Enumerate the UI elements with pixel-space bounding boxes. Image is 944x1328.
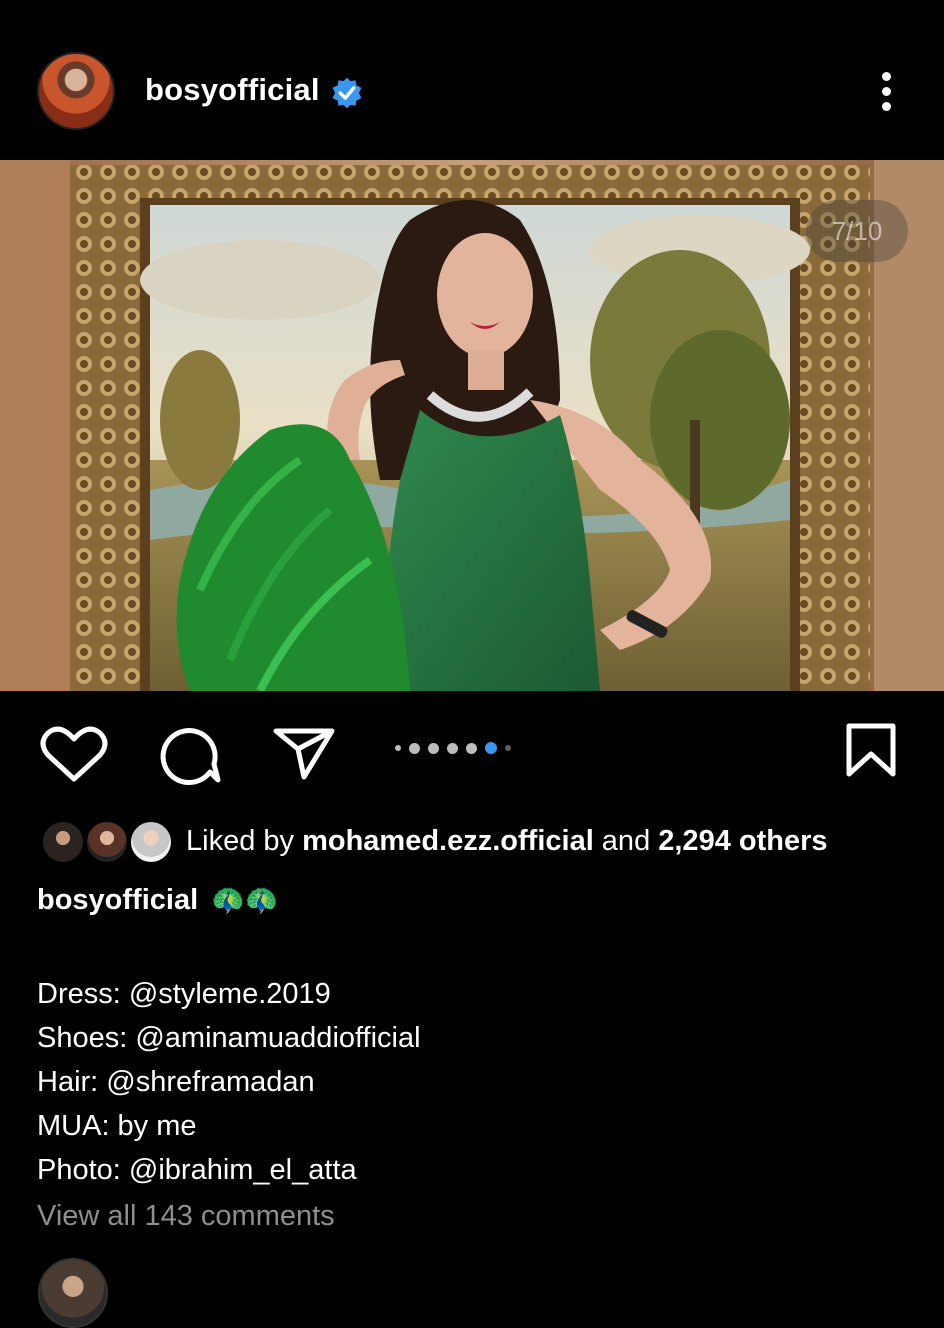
heart-icon[interactable] [40,725,108,785]
carousel-dot [428,742,439,754]
send-icon[interactable] [272,725,336,781]
liked-by-text: Liked by mohamed.ezz.official and 2,294 … [186,825,828,858]
post-username[interactable]: bosyofficial [145,72,320,108]
more-vertical-icon[interactable] [868,68,904,118]
action-bar [0,700,944,810]
carousel-indicator [395,742,511,754]
caption-line: MUA: by me [37,1110,197,1142]
carousel-dot [409,742,420,754]
liker-avatar [128,819,174,865]
liked-others-link[interactable]: 2,294 others [658,825,827,857]
carousel-dot [485,742,497,754]
caption-line: Hair: @shreframadan [37,1066,315,1098]
carousel-counter: 7/10 [806,200,908,262]
comment-icon[interactable] [158,724,222,788]
next-post-avatar[interactable] [38,1258,108,1328]
liked-prefix: Liked by [186,825,303,857]
verified-badge-icon [332,77,362,109]
liked-user-link[interactable]: mohamed.ezz.official [302,825,594,857]
liker-avatar [40,819,86,865]
profile-avatar[interactable] [37,52,115,130]
post-photo[interactable] [0,160,944,691]
caption-body: Dress: @styleme.2019 Shoes: @aminamuaddi… [37,972,421,1192]
caption-line: Shoes: @aminamuaddiofficial [37,1022,421,1054]
liked-by-row[interactable]: Liked by mohamed.ezz.official and 2,294 … [40,815,920,869]
caption-username[interactable]: bosyofficial [37,884,198,917]
carousel-dot [505,745,511,751]
carousel-dot [466,742,477,754]
liked-middle: and [593,825,659,857]
photo-illustration [0,160,944,691]
carousel-dot [395,745,401,751]
caption-line: Dress: @styleme.2019 [37,978,331,1010]
post-header: bosyofficial [0,0,944,160]
caption-emoji: 🦚🦚 [211,885,279,915]
liker-avatar [84,819,130,865]
caption-line: Photo: @ibrahim_el_atta [37,1154,357,1186]
carousel-dot [447,742,458,754]
bookmark-icon[interactable] [845,722,897,778]
view-all-comments-link[interactable]: View all 143 comments [37,1200,335,1233]
